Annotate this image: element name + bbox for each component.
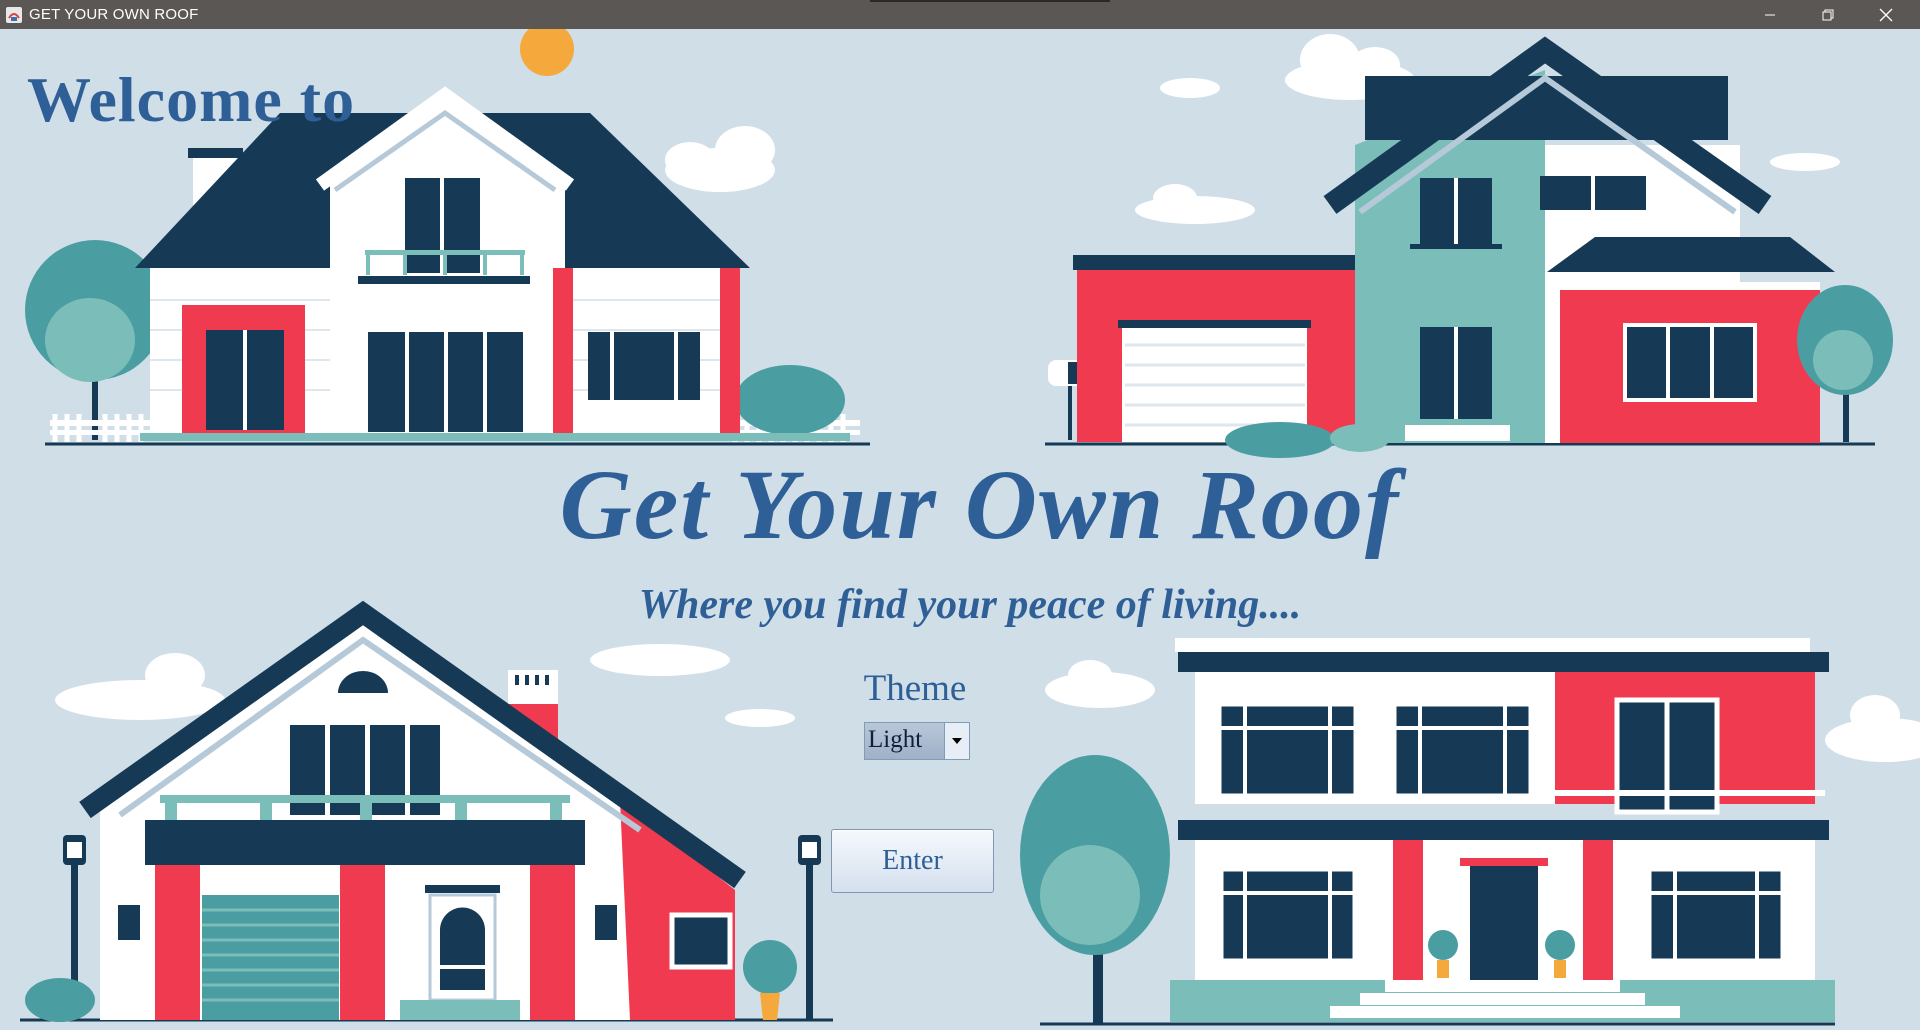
dropdown-arrow-icon bbox=[952, 738, 962, 744]
restore-button[interactable] bbox=[1805, 0, 1851, 29]
enter-button[interactable]: Enter bbox=[831, 829, 994, 893]
welcome-heading: Welcome to bbox=[27, 64, 356, 135]
theme-label: Theme bbox=[863, 668, 967, 709]
dropdown-arrow-button[interactable] bbox=[944, 723, 969, 759]
app-title: Get Your Own Roof bbox=[559, 449, 1401, 560]
app-icon bbox=[6, 6, 22, 23]
house-bottom-left bbox=[20, 600, 833, 1022]
window-title: GET YOUR OWN ROOF bbox=[29, 6, 199, 23]
window-title-bar: GET YOUR OWN ROOF bbox=[0, 0, 1920, 29]
house-top-right bbox=[1045, 36, 1893, 458]
close-icon bbox=[1879, 8, 1893, 21]
theme-selected-value: Light bbox=[865, 723, 944, 759]
close-button[interactable] bbox=[1863, 0, 1909, 29]
title-bar-focus-line bbox=[870, 0, 1110, 2]
minimize-icon bbox=[1765, 14, 1775, 15]
restore-icon bbox=[1822, 9, 1834, 20]
tagline: Where you find your peace of living.... bbox=[638, 582, 1302, 628]
theme-dropdown[interactable]: Light bbox=[864, 722, 970, 760]
minimize-button[interactable] bbox=[1747, 0, 1793, 29]
sun-icon bbox=[520, 29, 574, 76]
